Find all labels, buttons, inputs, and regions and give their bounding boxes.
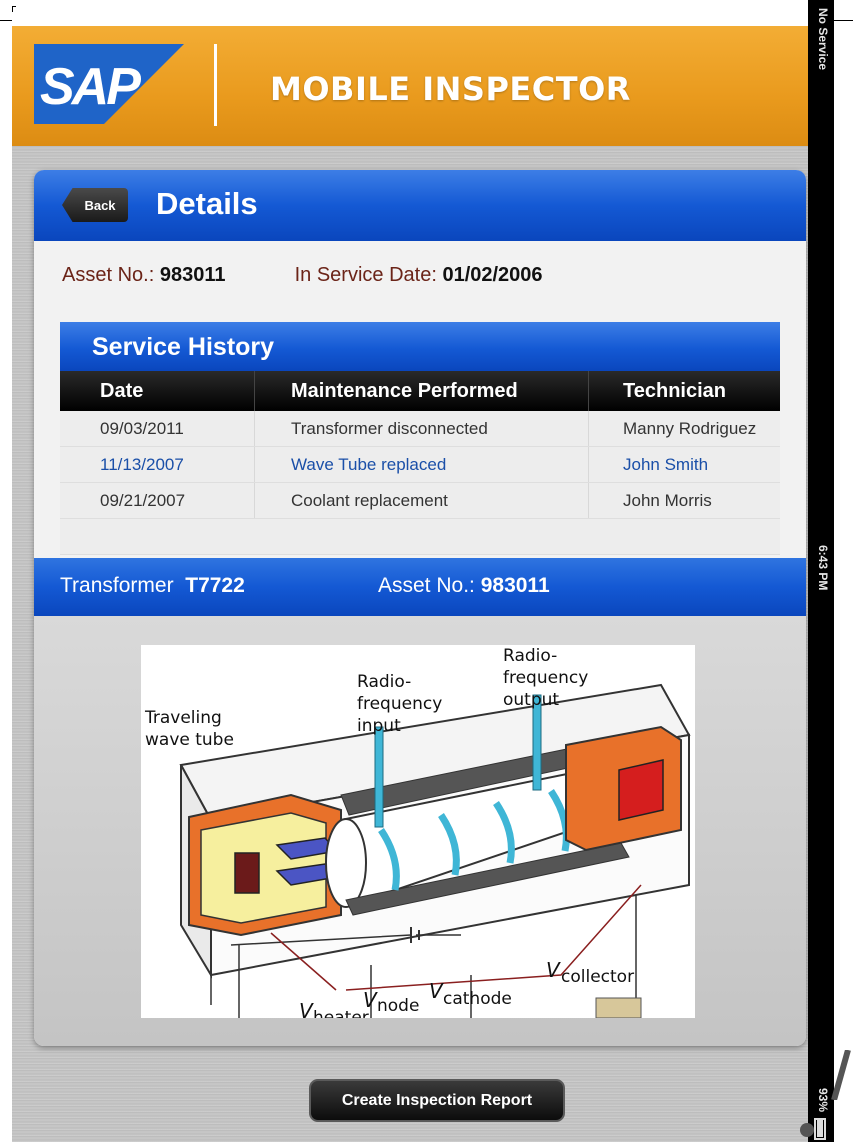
label-v-collector: V bbox=[546, 958, 561, 982]
in-service-label: In Service Date: bbox=[294, 264, 437, 286]
asset-info-row: Asset No.: 983011 In Service Date: 01/02… bbox=[62, 264, 543, 287]
table-header: Date Maintenance Performed Technician bbox=[60, 371, 780, 411]
carrier-status: No Service bbox=[816, 8, 830, 71]
label-v-cathode: V bbox=[429, 979, 444, 1003]
header-divider bbox=[214, 44, 217, 126]
app-title: MOBILE INSPECTOR bbox=[270, 70, 631, 108]
service-history-table: Date Maintenance Performed Technician 09… bbox=[60, 371, 780, 555]
column-header-date[interactable]: Date bbox=[60, 371, 254, 411]
page-title: Details bbox=[156, 186, 258, 221]
transformer-asset-info: Asset No.: 983011 bbox=[378, 574, 550, 598]
label-rf-output-3: output bbox=[503, 690, 559, 710]
asset-label: Asset No.: bbox=[62, 264, 155, 286]
asset-value: 983011 bbox=[159, 264, 226, 286]
label-rf-input-3: input bbox=[357, 716, 401, 736]
transformer-value: T7722 bbox=[185, 574, 245, 597]
service-history-bar: Service History bbox=[60, 322, 780, 371]
create-inspection-report-button[interactable]: Create Inspection Report bbox=[309, 1079, 565, 1122]
transformer-label: Transformer bbox=[60, 574, 174, 597]
cell-date: 11/13/2007 bbox=[100, 454, 184, 474]
home-indicator-icon bbox=[800, 1123, 814, 1137]
label-v-anode-sub: node bbox=[377, 996, 419, 1016]
label-v-heater-sub: heater bbox=[313, 1008, 369, 1018]
battery-percent: 93% bbox=[816, 1088, 830, 1113]
label-rf-output-2: frequency bbox=[503, 668, 588, 688]
in-service-value: 01/02/2006 bbox=[442, 264, 543, 286]
edge-line-left bbox=[0, 20, 12, 21]
transformer-asset-label: Asset No.: bbox=[378, 574, 475, 597]
edge-line-right bbox=[834, 20, 853, 21]
cell-date: 09/21/2007 bbox=[100, 490, 186, 510]
app-screen: SAP MOBILE INSPECTOR Back Details Asset … bbox=[12, 26, 808, 1142]
cell-maintenance: Transformer disconnected bbox=[254, 411, 588, 446]
app-header: SAP MOBILE INSPECTOR bbox=[12, 26, 808, 146]
cell-date: 09/03/2011 bbox=[100, 418, 184, 438]
table-row[interactable]: 11/13/2007 Wave Tube replaced John Smith bbox=[60, 447, 780, 483]
traveling-wave-tube-diagram[interactable]: Traveling wave tube Radio- frequency inp… bbox=[141, 645, 695, 1018]
details-panel: Back Details Asset No.: 983011 In Servic… bbox=[34, 170, 806, 1046]
cell-maintenance: Coolant replacement bbox=[254, 483, 588, 518]
corner-mark bbox=[12, 6, 16, 12]
table-row[interactable]: 09/21/2007 Coolant replacement John Morr… bbox=[60, 483, 780, 519]
status-bar: No Service 6:43 PM 93% bbox=[808, 0, 834, 1142]
details-header: Back Details bbox=[34, 170, 806, 241]
transformer-asset-value: 983011 bbox=[480, 574, 550, 597]
partial-logo-icon bbox=[831, 1050, 851, 1100]
table-row[interactable]: 09/03/2011 Transformer disconnected Mann… bbox=[60, 411, 780, 447]
cell-maintenance: Wave Tube replaced bbox=[254, 447, 588, 482]
label-traveling: Traveling bbox=[144, 708, 222, 728]
label-v-heater: V bbox=[299, 999, 314, 1018]
cell-technician: Manny Rodriguez bbox=[588, 411, 780, 446]
sap-logo-text: SAP bbox=[40, 58, 141, 116]
cell-technician: John Smith bbox=[588, 447, 780, 482]
back-button[interactable]: Back bbox=[62, 188, 128, 222]
transformer-info: Transformer T7722 bbox=[60, 574, 245, 598]
column-header-technician[interactable]: Technician bbox=[588, 371, 780, 411]
label-rf-output-1: Radio- bbox=[503, 646, 557, 666]
label-rf-input-1: Radio- bbox=[357, 672, 411, 692]
cell-technician: John Morris bbox=[588, 483, 780, 518]
sap-logo: SAP bbox=[34, 44, 184, 124]
transformer-bar: Transformer T7722 Asset No.: 983011 bbox=[34, 558, 806, 616]
right-margin bbox=[834, 0, 853, 1142]
column-header-maintenance[interactable]: Maintenance Performed bbox=[254, 371, 588, 411]
clock: 6:43 PM bbox=[816, 545, 830, 591]
service-history-title: Service History bbox=[92, 333, 275, 361]
image-area: Traveling wave tube Radio- frequency inp… bbox=[34, 616, 806, 1046]
table-row-empty bbox=[60, 519, 780, 555]
label-v-cathode-sub: cathode bbox=[443, 989, 512, 1009]
label-v-collector-sub: collector bbox=[561, 967, 634, 987]
battery-icon bbox=[814, 1118, 826, 1140]
label-wave-tube: wave tube bbox=[145, 730, 234, 750]
label-rf-input-2: frequency bbox=[357, 694, 442, 714]
